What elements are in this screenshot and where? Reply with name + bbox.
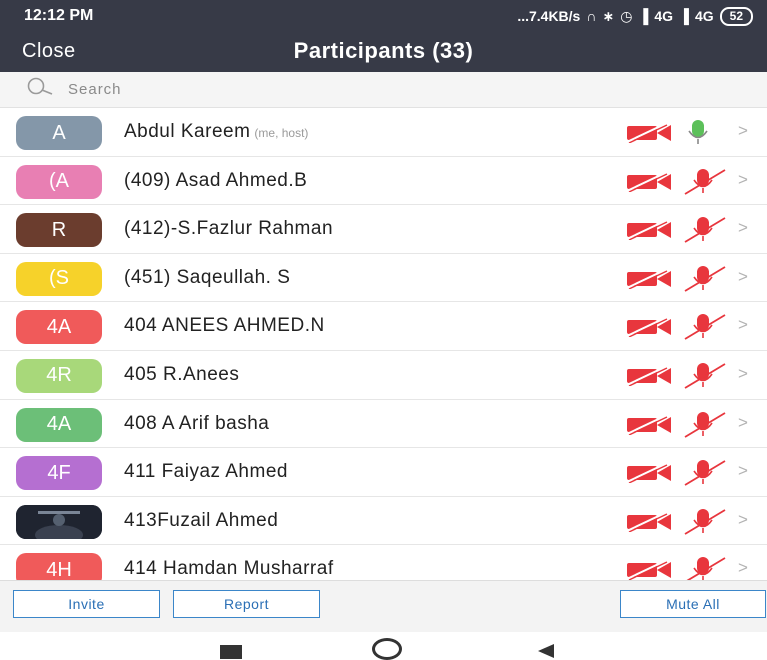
video-off-icon [625, 170, 673, 197]
network-speed: ...7.4KB/s [517, 8, 581, 24]
participant-name: (409) Asad Ahmed.B [124, 170, 307, 192]
chevron-right-icon: > [738, 315, 748, 335]
participant-role-tag: (me, host) [254, 126, 309, 140]
mic-off-icon [683, 507, 729, 540]
status-time: 12:12 PM [24, 7, 94, 24]
bottom-action-bar: Invite Report Mute All [0, 580, 767, 632]
video-off-icon [625, 461, 673, 488]
search-bar [0, 72, 767, 108]
network-type: 4G [654, 8, 674, 24]
search-input[interactable] [66, 80, 670, 99]
mic-off-icon [683, 312, 729, 345]
participant-row[interactable]: 4F 411 Faiyaz Ahmed > [0, 448, 767, 497]
participant-row[interactable]: (S (451) Saqeullah. S > [0, 253, 767, 303]
participant-name: (451) Saqeullah. S [124, 267, 290, 289]
chevron-right-icon: > [738, 169, 748, 189]
video-off-icon [625, 121, 673, 148]
alarm-icon: ◷ [620, 7, 633, 24]
participant-row[interactable]: 4R 405 R.Anees > [0, 350, 767, 400]
network-type: 4G [694, 8, 714, 24]
participant-name-text: 405 R.Anees [124, 363, 240, 385]
avatar: 4A [16, 310, 102, 345]
video-off-icon [625, 510, 673, 537]
avatar: R [16, 213, 102, 248]
avatar: 4A [16, 407, 102, 442]
participant-row[interactable]: 4A 404 ANEES AHMED.N > [0, 302, 767, 351]
participant-row[interactable]: 4H 414 Hamdan Musharraf > [0, 545, 767, 580]
video-off-icon [625, 315, 673, 342]
video-off-icon [625, 218, 673, 245]
participant-name-text: (412)-S.Fazlur Rahman [124, 218, 334, 240]
participant-name-text: 408 A Arif basha [124, 412, 270, 434]
participant-name: (412)-S.Fazlur Rahman [124, 218, 333, 240]
avatar: 4F [16, 456, 102, 491]
page-title: Participants (33) [293, 38, 474, 63]
chevron-right-icon: > [738, 509, 748, 529]
chevron-right-icon: > [738, 266, 748, 286]
status-indicators: ...7.4KB/s ∩ ∗ ◷ ▐ 4G ▐ 4G 52 [517, 6, 753, 26]
avatar-photo [16, 504, 102, 539]
back-icon[interactable] [538, 644, 554, 658]
video-off-icon [625, 364, 673, 391]
mic-off-icon [683, 264, 729, 297]
chevron-right-icon: > [738, 363, 748, 383]
chevron-right-icon: > [738, 558, 748, 578]
participant-name: 413Fuzail Ahmed [124, 510, 278, 532]
participant-row[interactable]: A Abdul Kareem (me, host) > [0, 108, 767, 157]
mic-off-icon [683, 410, 729, 443]
participant-list[interactable]: A Abdul Kareem (me, host) > (A (409) Asad Ah… [0, 108, 767, 580]
status-bar: 12:12 PM ...7.4KB/s ∩ ∗ ◷ ▐ 4G ▐ 4G 52 [0, 0, 767, 32]
mic-on-icon [683, 118, 713, 151]
avatar: 4R [16, 358, 102, 393]
avatar: A [16, 116, 102, 150]
chevron-right-icon: > [738, 461, 748, 481]
participant-name-text: (409) Asad Ahmed.B [124, 169, 308, 191]
mic-off-icon [683, 458, 729, 491]
chevron-right-icon: > [738, 121, 748, 140]
participant-name: 414 Hamdan Musharraf [124, 558, 334, 580]
participant-row[interactable]: 4A 408 A Arif basha > [0, 399, 767, 449]
mic-off-icon [683, 215, 729, 248]
avatar: 4H [16, 553, 102, 580]
invite-button[interactable]: Invite [13, 590, 160, 618]
participant-name: 408 A Arif basha [124, 413, 269, 435]
avatar: (A [16, 164, 102, 199]
video-off-icon [625, 413, 673, 440]
participant-name-text: Abdul Kareem [124, 121, 251, 142]
participant-name-text: 414 Hamdan Musharraf [124, 558, 334, 580]
participant-name: Abdul Kareem (me, host) [124, 121, 308, 143]
participant-name-text: 404 ANEES AHMED.N [124, 315, 325, 337]
participant-name: 404 ANEES AHMED.N [124, 315, 325, 337]
video-off-icon [625, 558, 673, 580]
bluetooth-icon: ∗ [602, 7, 615, 24]
search-icon [26, 77, 56, 102]
participant-name-text: 413Fuzail Ahmed [124, 509, 279, 531]
headphones-icon: ∩ [586, 8, 597, 24]
participant-name-text: 411 Faiyaz Ahmed [124, 461, 288, 483]
participant-row[interactable]: (A (409) Asad Ahmed.B > [0, 156, 767, 206]
signal-icon: ▐ [638, 8, 649, 24]
mic-off-icon [683, 555, 729, 580]
mic-off-icon [683, 167, 729, 200]
header: Close Participants (33) [0, 32, 767, 72]
participant-name: 405 R.Anees [124, 364, 239, 386]
participant-name: 411 Faiyaz Ahmed [124, 461, 288, 483]
signal-icon: ▐ [679, 8, 689, 24]
chevron-right-icon: > [738, 218, 748, 238]
mic-off-icon [683, 361, 729, 394]
chevron-right-icon: > [738, 412, 748, 432]
participant-name-text: (451) Saqeullah. S [124, 266, 291, 288]
report-button[interactable]: Report [173, 590, 320, 618]
participant-row[interactable]: R (412)-S.Fazlur Rahman > [0, 205, 767, 254]
participant-row[interactable]: 413Fuzail Ahmed > [0, 496, 767, 546]
mute-all-button[interactable]: Mute All [620, 590, 766, 618]
system-nav-bar [0, 632, 767, 660]
battery-icon: 52 [719, 6, 753, 26]
video-off-icon [625, 267, 673, 294]
avatar: (S [16, 261, 102, 296]
